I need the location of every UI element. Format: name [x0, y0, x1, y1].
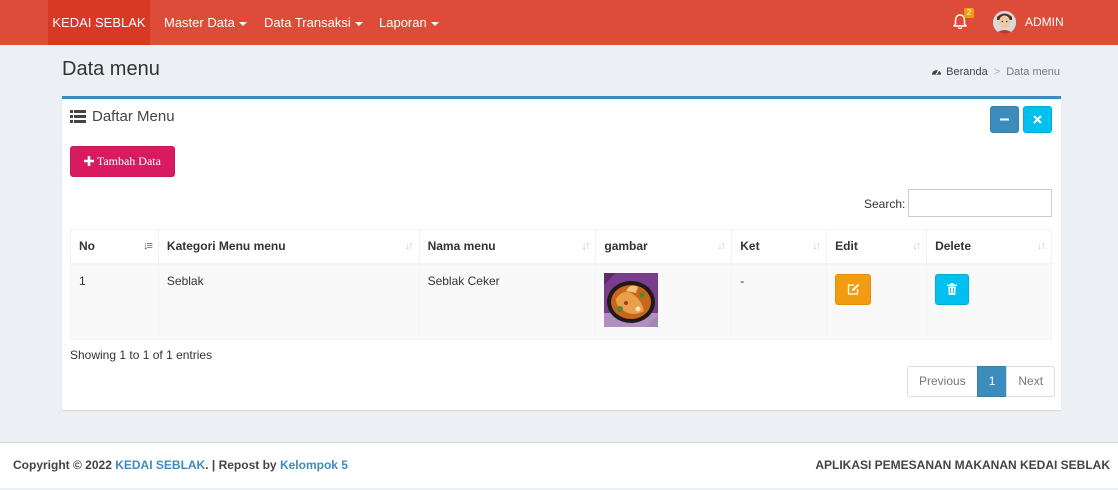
page-footer: Copyright © 2022 KEDAI SEBLAK. | Repost … — [0, 442, 1118, 488]
dashboard-icon — [932, 69, 942, 75]
top-navbar: KEDAI SEBLAK Master Data Data Transaksi … — [0, 0, 1118, 45]
column-header-label: Delete — [935, 239, 972, 253]
page-title: Data menu — [62, 58, 160, 80]
sort-asc-icon: ↓≡ — [142, 240, 153, 252]
table-row: 1 Seblak Seblak Ceker - — [70, 263, 1052, 340]
column-header-no[interactable]: No ↓≡ — [70, 229, 159, 265]
nav-master-data[interactable]: Master Data — [164, 0, 247, 45]
column-header-label: No — [79, 239, 95, 253]
footer-team-link[interactable]: Kelompok 5 — [280, 458, 348, 472]
table-info: Showing 1 to 1 of 1 entries — [70, 348, 213, 362]
column-header-label: Ket — [740, 239, 760, 253]
copyright-text: Copyright © 2022 — [13, 458, 112, 472]
nav-data-transaksi[interactable]: Data Transaksi — [264, 0, 363, 45]
column-header-gambar[interactable]: gambar ↓↑ — [595, 229, 733, 265]
nav-laporan-label: Laporan — [379, 15, 427, 30]
user-name[interactable]: ADMIN — [1025, 0, 1064, 45]
brand-logo[interactable]: KEDAI SEBLAK — [48, 0, 150, 45]
footer-brand-link[interactable]: KEDAI SEBLAK — [115, 458, 205, 472]
cell-kategori: Seblak — [157, 263, 420, 340]
minus-icon — [1000, 118, 1009, 121]
box-title: Daftar Menu — [70, 108, 175, 125]
column-header-label: Kategori Menu menu — [166, 239, 286, 253]
next-page-button[interactable]: Next — [1006, 366, 1056, 397]
table-header-row: No ↓≡ Kategori Menu menu ↓↑ Nama menu ↓↑ ga… — [70, 229, 1052, 265]
search-input[interactable] — [908, 189, 1052, 217]
previous-page-button[interactable]: Previous — [907, 366, 978, 397]
edit-button[interactable] — [835, 273, 872, 305]
box-title-text: Daftar Menu — [92, 108, 175, 125]
notification-count-badge: 2 — [964, 8, 974, 18]
plus-icon — [84, 156, 95, 166]
collapse-box-button[interactable] — [990, 106, 1019, 133]
column-header-kategori[interactable]: Kategori Menu menu ↓↑ — [157, 229, 420, 265]
seblak-ceker-image — [604, 272, 659, 327]
cell-delete — [926, 263, 1052, 340]
column-header-edit[interactable]: Edit ↓↑ — [826, 229, 928, 265]
sort-icon: ↓↑ — [912, 240, 921, 252]
breadcrumb-separator: > — [993, 66, 1001, 78]
sort-icon: ↓↑ — [1037, 240, 1046, 252]
tambah-data-button[interactable]: Tambah Data — [70, 146, 175, 177]
caret-down-icon — [354, 21, 363, 26]
edit-icon — [847, 283, 859, 295]
column-header-label: Edit — [835, 239, 858, 253]
sort-icon: ↓↑ — [581, 240, 590, 252]
daftar-menu-box: Daftar Menu Tambah Data Search: No ↓≡ Kat… — [62, 96, 1061, 410]
nav-laporan[interactable]: Laporan — [379, 0, 439, 45]
breadcrumb: Beranda > Data menu — [931, 66, 1060, 78]
column-header-label: Nama menu — [427, 239, 496, 253]
cell-gambar — [595, 263, 733, 340]
sort-icon: ↓↑ — [717, 240, 726, 252]
page-1-button[interactable]: 1 — [976, 366, 1008, 397]
search-label: Search: — [864, 197, 906, 211]
cell-edit — [826, 263, 928, 340]
column-header-delete[interactable]: Delete ↓↑ — [926, 229, 1052, 265]
footer-copyright: Copyright © 2022 KEDAI SEBLAK. | Repost … — [13, 458, 348, 472]
caret-down-icon — [238, 21, 247, 26]
close-box-button[interactable] — [1023, 106, 1052, 133]
nav-data-transaksi-label: Data Transaksi — [264, 15, 351, 30]
list-icon — [70, 110, 86, 123]
sort-icon: ↓↑ — [812, 240, 821, 252]
tambah-data-label: Tambah Data — [96, 154, 161, 168]
user-avatar[interactable] — [993, 11, 1016, 34]
column-header-label: gambar — [604, 239, 648, 253]
close-icon — [1033, 115, 1042, 124]
trash-icon — [947, 283, 958, 295]
footer-app-name: APLIKASI PEMESANAN MAKANAN KEDAI SEBLAK — [815, 458, 1110, 472]
delete-button[interactable] — [935, 273, 970, 305]
breadcrumb-home-link[interactable]: Beranda — [946, 66, 988, 78]
sort-icon: ↓↑ — [404, 240, 414, 252]
cell-no: 1 — [70, 263, 159, 340]
pagination: Previous 1 Next — [907, 366, 1056, 397]
breadcrumb-current: Data menu — [1006, 66, 1060, 78]
caret-down-icon — [430, 21, 439, 26]
menu-table: No ↓≡ Kategori Menu menu ↓↑ Nama menu ↓↑ ga… — [70, 229, 1052, 340]
repost-text: . | Repost by — [205, 458, 277, 472]
nav-master-data-label: Master Data — [164, 15, 235, 30]
column-header-ket[interactable]: Ket ↓↑ — [731, 229, 828, 265]
column-header-nama-menu[interactable]: Nama menu ↓↑ — [418, 229, 597, 265]
cell-nama-menu: Seblak Ceker — [418, 263, 597, 340]
cell-ket: - — [731, 263, 828, 340]
